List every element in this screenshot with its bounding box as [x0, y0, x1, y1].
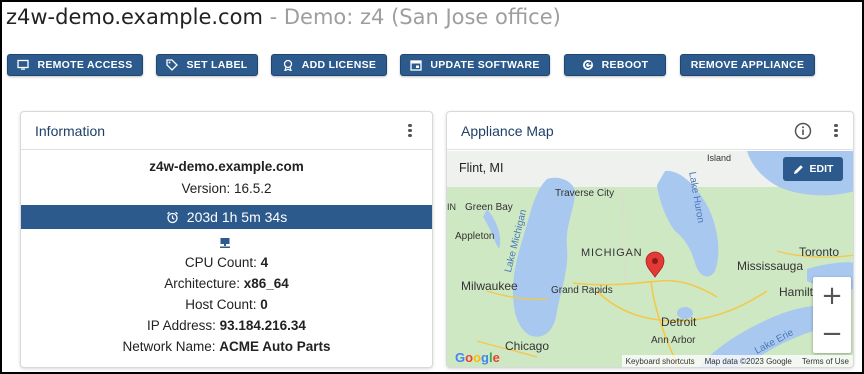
update-software-label: UPDATE SOFTWARE [430, 59, 540, 71]
terms-of-use-link[interactable]: Terms of Use [802, 357, 849, 366]
map-label-grand-rapids: Grand Rapids [551, 285, 613, 296]
remove-appliance-button[interactable]: REMOVE APPLIANCE [680, 54, 815, 76]
add-license-label: ADD LICENSE [301, 59, 377, 71]
host-count-label: Host Count: [185, 297, 261, 312]
map-label-traverse-city: Traverse City [555, 188, 615, 199]
reboot-button[interactable]: REBOOT [564, 54, 666, 76]
version-label: Version: [181, 181, 234, 196]
add-license-button[interactable]: ADD LICENSE [271, 54, 387, 76]
information-card: Information z4w-demo.example.com Version… [20, 111, 433, 368]
keyboard-shortcuts-link[interactable]: Keyboard shortcuts [626, 357, 695, 366]
appliance-map-header: Appliance Map [447, 112, 853, 150]
cpu-count-value: 4 [260, 255, 269, 270]
appliance-map-card: Appliance Map Flint, MI Island Traverse … [446, 111, 854, 368]
info-hostname: z4w-demo.example.com [149, 159, 304, 174]
info-architecture: Architecture: x86_64 [21, 276, 432, 291]
information-body: z4w-demo.example.com Version: 16.5.2 203… [21, 151, 432, 367]
map-label-left-in: IN [447, 202, 456, 212]
information-card-title: Information [35, 123, 106, 139]
update-software-button[interactable]: UPDATE SOFTWARE [400, 54, 550, 76]
pencil-icon [793, 164, 803, 174]
remote-access-label: REMOTE ACCESS [37, 59, 133, 71]
network-name-label: Network Name: [122, 339, 220, 354]
map-label-toronto: Toronto [799, 245, 840, 259]
monitor-icon [17, 59, 30, 70]
info-icon[interactable] [794, 122, 812, 140]
host-count-value: 0 [260, 297, 268, 312]
map-label-detroit: Detroit [661, 315, 697, 329]
reboot-icon [582, 60, 593, 70]
appliance-subtitle: Demo: z4 (San Jose office) [283, 5, 561, 29]
map-label-michigan: MICHIGAN [581, 247, 643, 259]
map-label-ann-arbor: Ann Arbor [651, 335, 696, 346]
map-label-mississauga: Mississauga [737, 259, 804, 273]
info-version: Version: 16.5.2 [21, 181, 432, 196]
map-view[interactable]: Flint, MI Island Traverse City Green Bay… [447, 151, 853, 367]
info-host-count: Host Count: 0 [21, 297, 432, 312]
appliance-hostname: z4w-demo.example.com [6, 5, 263, 29]
architecture-label: Architecture: [164, 276, 244, 291]
architecture-value: x86_64 [243, 276, 289, 291]
page-title: z4w-demo.example.com - Demo: z4 (San Jos… [6, 5, 561, 35]
information-card-header: Information [21, 112, 432, 150]
license-icon [283, 59, 292, 71]
info-network-name: Network Name: ACME Auto Parts [21, 339, 432, 354]
map-edit-label: EDIT [809, 163, 834, 175]
zoom-in-button[interactable]: + [813, 277, 851, 315]
calendar-icon [410, 60, 422, 71]
appliance-map-title: Appliance Map [461, 123, 554, 139]
map-zoom-control: + − [813, 277, 851, 353]
google-logo: Google [455, 350, 500, 365]
map-edit-button[interactable]: EDIT [783, 157, 843, 181]
map-label-milwaukee: Milwaukee [461, 279, 518, 293]
map-footer: Keyboard shortcuts Map data ©2023 Google… [621, 355, 853, 367]
map-location-label: Flint, MI [459, 161, 504, 175]
title-separator: - [262, 5, 284, 29]
uptime-bar: 203d 1h 5m 34s [21, 205, 432, 229]
map-label-green-bay: Green Bay [465, 202, 513, 213]
remove-appliance-label: REMOVE APPLIANCE [690, 59, 805, 71]
tag-icon [166, 59, 179, 71]
set-label-button[interactable]: SET LABEL [156, 54, 258, 76]
cpu-count-label: CPU Count: [184, 255, 261, 270]
map-data-attribution: Map data ©2023 Google [704, 356, 792, 366]
ip-address-value: 93.184.216.34 [219, 318, 306, 333]
reboot-label: REBOOT [601, 59, 649, 71]
set-label-label: SET LABEL [186, 59, 248, 71]
information-menu-icon[interactable] [407, 122, 413, 140]
map-label-chicago: Chicago [505, 339, 550, 353]
map-label-appleton: Appleton [455, 231, 495, 242]
network-name-value: ACME Auto Parts [219, 339, 331, 354]
network-icon [220, 238, 230, 248]
info-cpu-count: CPU Count: 4 [21, 255, 432, 270]
remote-access-button[interactable]: REMOTE ACCESS [7, 54, 143, 76]
zoom-out-button[interactable]: − [813, 315, 851, 353]
version-value: 16.5.2 [233, 181, 272, 196]
uptime-value: 203d 1h 5m 34s [186, 209, 288, 225]
map-label-island: Island [707, 153, 732, 163]
map-label-hamilton: Hamilt [779, 285, 814, 299]
info-ip-address: IP Address: 93.184.216.34 [21, 318, 432, 333]
ip-address-label: IP Address: [147, 318, 220, 333]
appliance-map-menu-icon[interactable] [833, 122, 839, 140]
alarm-clock-icon [166, 211, 178, 223]
